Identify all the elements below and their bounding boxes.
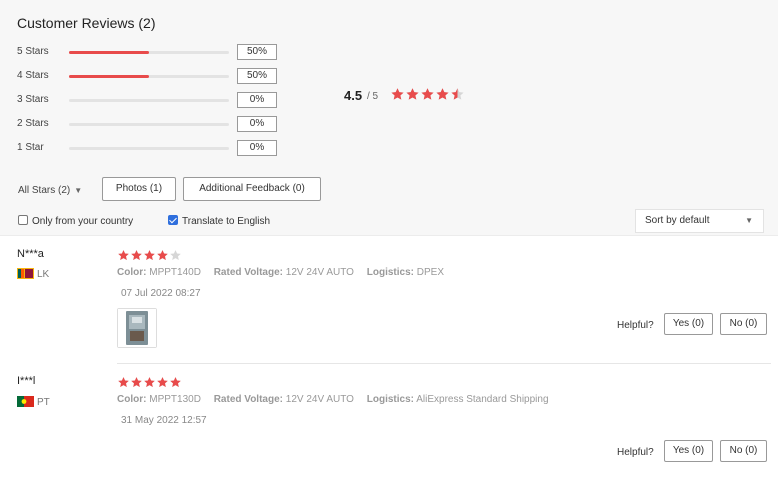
reviewer-country: LK — [17, 268, 49, 281]
star-icon — [156, 249, 169, 262]
distribution-row-5[interactable]: 5 Stars 50% — [17, 44, 287, 60]
distribution-row-3[interactable]: 3 Stars 0% — [17, 92, 287, 108]
distribution-bar — [69, 123, 229, 126]
average-rating: 4.5 — [344, 88, 363, 103]
color-value: MPPT130D — [149, 394, 201, 405]
star-icon — [390, 87, 405, 102]
rating-summary: Customer Reviews (2) 5 Stars 50% 4 Stars… — [0, 0, 778, 175]
review-date: 07 Jul 2022 08:27 — [121, 288, 201, 299]
reviewer-name: N***a — [17, 248, 44, 260]
star-icon — [130, 249, 143, 262]
distribution-percent: 0% — [237, 92, 277, 108]
star-icon — [117, 249, 130, 262]
distribution-label: 3 Stars — [17, 94, 49, 105]
reviewer-name: I***l — [17, 375, 36, 387]
chevron-down-icon: ▼ — [745, 216, 753, 225]
country-code: PT — [37, 397, 50, 408]
color-label: Color: — [117, 394, 147, 405]
distribution-percent: 50% — [237, 68, 277, 84]
distribution-bar — [69, 51, 229, 54]
star-icon — [143, 249, 156, 262]
star-icon — [130, 376, 143, 389]
voltage-value: 12V 24V AUTO — [285, 394, 354, 405]
star-icon — [435, 87, 450, 102]
star-icon — [169, 376, 182, 389]
star-icon — [156, 376, 169, 389]
helpful-yes-button[interactable]: Yes (0) — [664, 313, 713, 335]
color-label: Color: — [117, 267, 147, 278]
logistics-label: Logistics: — [366, 267, 414, 278]
distribution-row-2[interactable]: 2 Stars 0% — [17, 116, 287, 132]
distribution-label: 2 Stars — [17, 118, 49, 129]
distribution-label: 1 Star — [17, 142, 44, 153]
distribution-percent: 0% — [237, 140, 277, 156]
portugal-flag-icon — [17, 396, 34, 407]
review-date: 31 May 2022 12:57 — [121, 415, 207, 426]
distribution-bar-fill — [69, 51, 149, 54]
distribution-bar — [69, 75, 229, 78]
helpful-yes-button[interactable]: Yes (0) — [664, 440, 713, 462]
page-title: Customer Reviews (2) — [17, 15, 156, 31]
distribution-percent: 50% — [237, 44, 277, 60]
product-photo-icon — [118, 309, 156, 347]
sri-lanka-flag-icon — [17, 268, 34, 279]
review-attributes: Color: MPPT130D Rated Voltage: 12V 24V A… — [117, 394, 549, 405]
translate-checkbox[interactable]: Translate to English — [168, 215, 270, 228]
star-icon — [420, 87, 435, 102]
distribution-label: 5 Stars — [17, 46, 49, 57]
average-rating-scale: / 5 — [367, 91, 379, 102]
logistics-value: DPEX — [416, 267, 444, 278]
sort-label: Sort by default — [645, 215, 710, 226]
voltage-label: Rated Voltage: — [213, 267, 283, 278]
review-photo-thumbnail[interactable] — [117, 308, 157, 348]
only-country-label: Only from your country — [32, 216, 134, 227]
star-icon — [117, 376, 130, 389]
distribution-bar — [69, 147, 229, 150]
review-divider — [117, 363, 771, 364]
checkbox-icon[interactable] — [168, 215, 178, 225]
distribution-label: 4 Stars — [17, 70, 49, 81]
reviewer-country: PT — [17, 396, 50, 409]
chevron-down-icon: ▼ — [74, 186, 83, 195]
logistics-value: AliExpress Standard Shipping — [416, 394, 549, 405]
distribution-row-1[interactable]: 1 Star 0% — [17, 140, 287, 156]
all-stars-label: All Stars (2) — [18, 185, 71, 196]
logistics-label: Logistics: — [366, 394, 414, 405]
star-icon — [143, 376, 156, 389]
review-filters: All Stars (2) ▼ Photos (1) Additional Fee… — [0, 175, 778, 236]
country-code: LK — [37, 269, 50, 280]
helpful-no-button[interactable]: No (0) — [720, 440, 767, 462]
review-attributes: Color: MPPT140D Rated Voltage: 12V 24V A… — [117, 267, 444, 278]
helpful-label: Helpful? — [617, 447, 654, 458]
helpful-label: Helpful? — [617, 320, 654, 331]
review-star-rating — [117, 249, 182, 267]
only-country-checkbox[interactable]: Only from your country — [18, 215, 133, 228]
all-stars-dropdown[interactable]: All Stars (2) ▼ — [18, 185, 82, 197]
photos-filter-button[interactable]: Photos (1) — [102, 177, 176, 201]
translate-label: Translate to English — [182, 216, 271, 227]
color-value: MPPT140D — [149, 267, 201, 278]
voltage-label: Rated Voltage: — [213, 394, 283, 405]
helpful-no-button[interactable]: No (0) — [720, 313, 767, 335]
review-star-rating — [117, 376, 182, 394]
checkbox-icon[interactable] — [18, 215, 28, 225]
star-icon — [450, 87, 465, 102]
distribution-bar-fill — [69, 75, 149, 78]
distribution-percent: 0% — [237, 116, 277, 132]
distribution-bar — [69, 99, 229, 102]
star-icon — [405, 87, 420, 102]
sort-select[interactable]: Sort by default ▼ — [635, 209, 764, 233]
distribution-row-4[interactable]: 4 Stars 50% — [17, 68, 287, 84]
voltage-value: 12V 24V AUTO — [285, 267, 354, 278]
star-icon — [169, 249, 182, 262]
average-star-rating — [390, 87, 465, 107]
additional-feedback-filter-button[interactable]: Additional Feedback (0) — [183, 177, 321, 201]
